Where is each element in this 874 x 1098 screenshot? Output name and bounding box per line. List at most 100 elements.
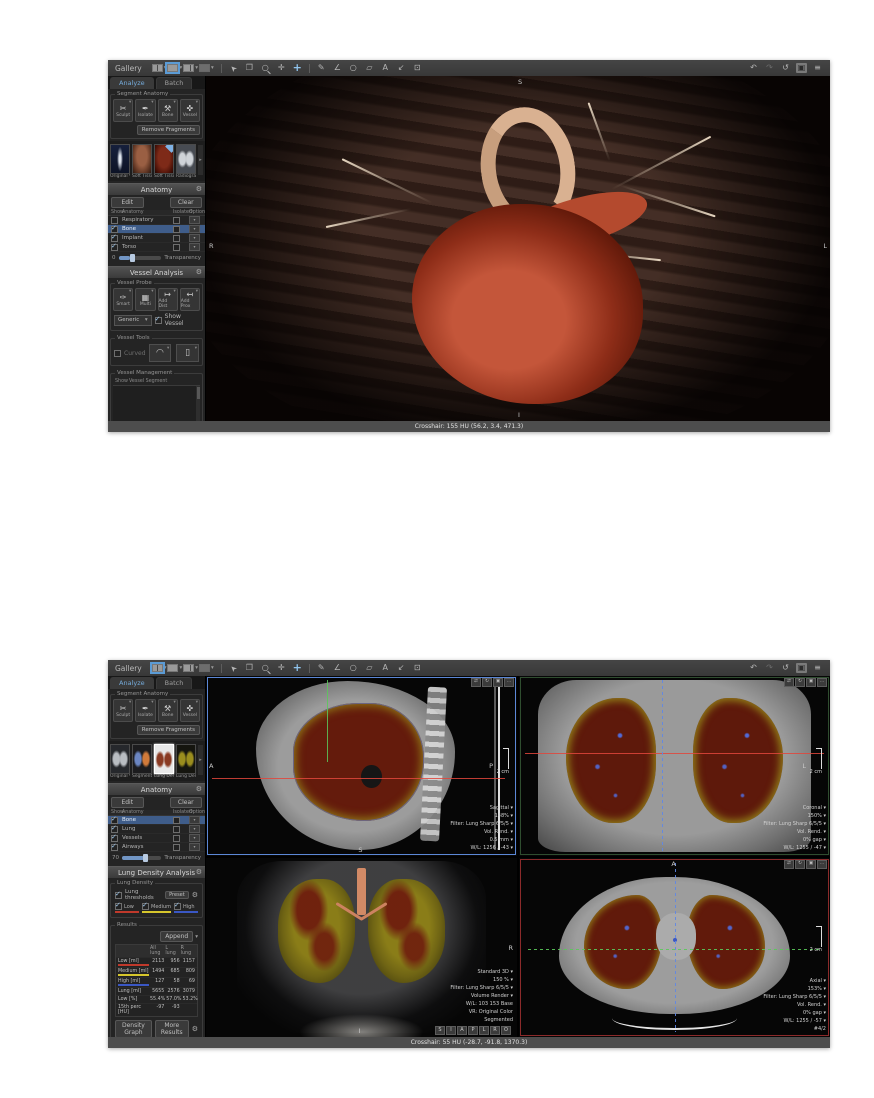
isolated-checkbox[interactable]	[173, 217, 180, 224]
overlay-info-line[interactable]: Coronal ▾	[763, 804, 826, 812]
lung-density-panel-header[interactable]: Lung Density Analysis ⚙	[108, 866, 205, 878]
zoom-tool[interactable]: ○	[260, 661, 271, 675]
vessel-preset-select[interactable]: Generic ▾	[114, 315, 152, 326]
overlay-info-line[interactable]: W/L: 1255 / -47 ▾	[763, 844, 826, 852]
crosshair-vertical[interactable]	[662, 680, 663, 852]
bone-removal-button[interactable]: ⚒ Bone ▾	[158, 699, 178, 722]
results-row[interactable]: High [ml] 127 58 69	[116, 977, 197, 987]
sculpt-tool-button[interactable]: ✂ Sculpt ▾	[113, 699, 133, 722]
isolated-checkbox[interactable]	[173, 244, 180, 251]
arrow-tool[interactable]: ↙	[396, 61, 407, 75]
overlay-info-line[interactable]: W/L: 1255 / -57 ▾	[763, 1017, 826, 1025]
thumbnail-scroll-button[interactable]: ▸	[198, 145, 203, 175]
remove-fragments-button[interactable]: Remove Fragments	[137, 125, 200, 135]
thumbnail-soft-tissue[interactable]: Soft Tissue	[132, 144, 152, 179]
remove-fragments-button[interactable]: Remove Fragments	[137, 725, 200, 735]
anatomy-row-lung[interactable]: Lung ▾	[108, 825, 205, 834]
text-tool[interactable]: A	[380, 661, 391, 675]
low-checkbox[interactable]	[115, 903, 122, 910]
vessel-extract-button[interactable]: ✜ Vessel ▾	[180, 99, 200, 122]
dropdown-caret-icon[interactable]: ▾	[173, 100, 175, 105]
overlay-info-line[interactable]: Filter: Lung Sharp 6/5/5 ▾	[763, 993, 826, 1001]
isolated-checkbox[interactable]	[173, 817, 180, 824]
edit-button[interactable]: Edit	[111, 797, 144, 808]
layout-split-button[interactable]	[152, 64, 163, 72]
overlay-info-line[interactable]: Filter: Lung Sharp 6/5/5 ▾	[450, 820, 513, 828]
dropdown-caret-icon[interactable]: ▾	[173, 289, 175, 294]
lung-thresholds-checkbox[interactable]	[115, 892, 122, 899]
tab-batch[interactable]: Batch	[156, 77, 193, 89]
isolated-checkbox[interactable]	[173, 226, 180, 233]
window-level-tool[interactable]: ❐	[244, 661, 255, 675]
show-checkbox[interactable]	[111, 244, 118, 251]
options-button[interactable]: ▾	[189, 834, 200, 842]
curved-cpr-button[interactable]: ◠ ▾	[149, 344, 172, 362]
layout-caret-icon[interactable]: ▾	[164, 665, 167, 671]
orientation-button[interactable]: O	[501, 1026, 511, 1035]
rotate-view-icon[interactable]: ↻	[795, 860, 805, 869]
gear-icon[interactable]: ⚙	[196, 184, 202, 195]
layout-caret-icon[interactable]: ▾	[211, 665, 214, 671]
high-checkbox[interactable]	[174, 903, 181, 910]
tab-analyze[interactable]: Analyze	[110, 677, 154, 689]
scrollbar[interactable]	[196, 386, 200, 421]
snapshot-button[interactable]: ▣	[796, 63, 807, 73]
overlay-info-line[interactable]: Vol. Rend. ▾	[450, 828, 513, 836]
undo-button[interactable]: ↶	[748, 61, 759, 75]
results-row[interactable]: Low [%] 55.4% 57.0% 53.2%	[116, 995, 197, 1003]
viewport-3d-volume[interactable]: R I Standard 3D ▾150 % ▾Filter: Lung Sha…	[206, 858, 517, 1038]
angle-tool[interactable]: ∠	[332, 61, 343, 75]
overlay-info-line[interactable]: Volume Render ▾	[450, 992, 513, 1000]
layout-split-button[interactable]	[152, 664, 163, 672]
anatomy-row-torso[interactable]: Torso ▾	[108, 243, 205, 252]
dropdown-caret-icon[interactable]: ▾	[167, 346, 169, 351]
show-checkbox[interactable]	[111, 844, 118, 851]
anatomy-row-vessels[interactable]: Vessels ▾	[108, 834, 205, 843]
overlay-info-line[interactable]: Filter: Lung Sharp 6/5/5 ▾	[450, 984, 513, 992]
overlay-info-line[interactable]: Segmented	[450, 1016, 513, 1024]
vessel-extract-button[interactable]: ✜ Vessel ▾	[180, 699, 200, 722]
options-button[interactable]: ▾	[189, 234, 200, 242]
vessel-list[interactable]	[113, 386, 200, 421]
dropdown-caret-icon[interactable]: ▾	[129, 289, 131, 294]
crosshair-horizontal[interactable]	[212, 778, 504, 779]
isolated-checkbox[interactable]	[173, 235, 180, 242]
gear-icon[interactable]: ⚙	[192, 1025, 198, 1033]
density-graph-button[interactable]: Density Graph	[115, 1020, 152, 1037]
layout-caret-icon[interactable]: ▾	[179, 665, 182, 671]
isolated-checkbox[interactable]	[173, 844, 180, 851]
gear-icon[interactable]: ⚙	[196, 784, 202, 795]
orientation-button[interactable]: R	[490, 1026, 500, 1035]
isolate-tool-button[interactable]: ✒ Isolate ▾	[135, 699, 155, 722]
overlay-info-line[interactable]: Filter: Lung Sharp 6/5/5 ▾	[763, 820, 826, 828]
orientation-button[interactable]: I	[446, 1026, 456, 1035]
dropdown-caret-icon[interactable]: ▾	[173, 700, 175, 705]
more-options-icon[interactable]: …	[817, 678, 827, 687]
overlay-info-line[interactable]: 148% ▾	[450, 812, 513, 820]
overlay-info-line[interactable]: VR: Original Color	[450, 1008, 513, 1016]
freehand-tool[interactable]: ▱	[364, 661, 375, 675]
crosshair-horizontal[interactable]	[525, 753, 824, 754]
transparency-slider[interactable]	[122, 856, 161, 860]
overlay-info-line[interactable]: Sagittal ▾	[450, 804, 513, 812]
menu-button[interactable]: ≡	[812, 61, 823, 75]
crop-tool[interactable]: ⊡	[412, 61, 423, 75]
show-checkbox[interactable]	[111, 235, 118, 242]
overlay-info-line[interactable]: 150% ▾	[763, 812, 826, 820]
layout-two-pane-button[interactable]	[183, 664, 194, 672]
anatomy-row-respiratory[interactable]: Respiratory ▾	[108, 216, 205, 225]
dropdown-caret-icon[interactable]: ▾	[151, 700, 153, 705]
anatomy-row-bone[interactable]: Bone ▾	[108, 225, 205, 234]
layout-caret-icon[interactable]: ▾	[211, 65, 214, 71]
snapshot-view-icon[interactable]: ▣	[493, 678, 503, 687]
overlay-info-line[interactable]: 153% ▾	[763, 985, 826, 993]
layout-caret-icon[interactable]: ▾	[195, 65, 198, 71]
more-options-icon[interactable]: …	[504, 678, 514, 687]
orientation-button[interactable]: A	[457, 1026, 467, 1035]
slider-knob[interactable]	[130, 254, 135, 262]
snapshot-view-icon[interactable]: ▣	[806, 678, 816, 687]
orientation-button[interactable]: S	[435, 1026, 445, 1035]
results-row[interactable]: Low [ml] 2113 956 1157	[116, 957, 197, 967]
layout-caret-icon[interactable]: ▾	[164, 65, 167, 71]
undo-button[interactable]: ↶	[748, 661, 759, 675]
